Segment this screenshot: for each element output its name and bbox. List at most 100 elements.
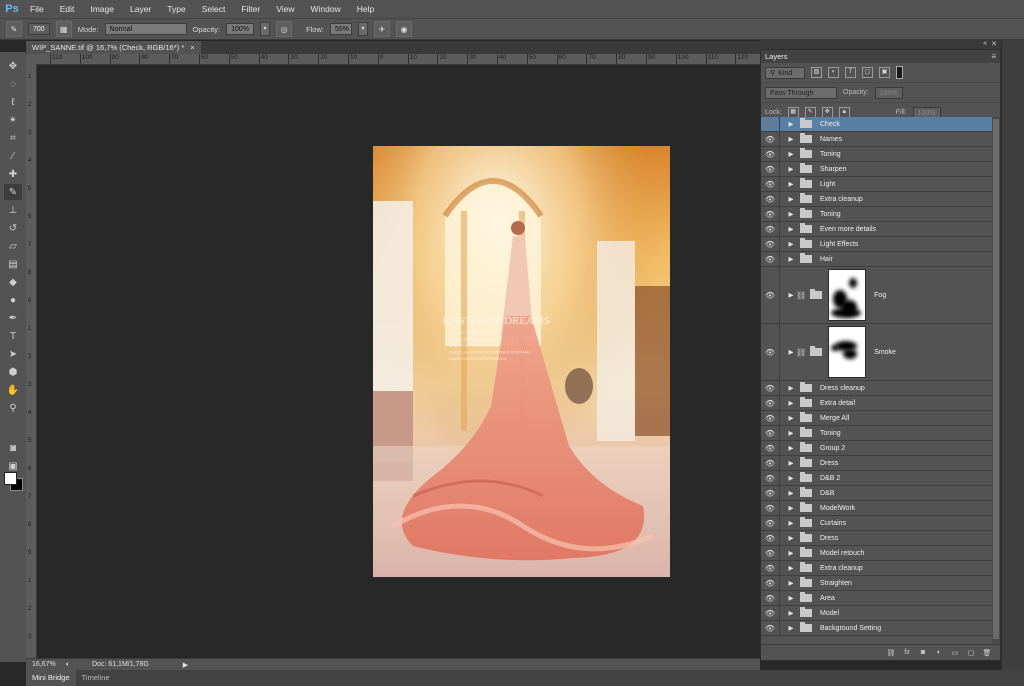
expand-arrow-icon[interactable]: ▶ [786, 594, 796, 602]
new-layer-icon[interactable]: ▢ [966, 649, 976, 657]
expand-arrow-icon[interactable]: ▶ [786, 120, 796, 128]
menu-type[interactable]: Type [159, 0, 193, 18]
expand-arrow-icon[interactable]: ▶ [786, 195, 796, 203]
layer-name[interactable]: Check [820, 121, 840, 128]
expand-arrow-icon[interactable]: ▶ [786, 459, 796, 467]
panel-menu-icon[interactable]: ✕ [991, 40, 997, 48]
layer-name[interactable]: Model retouch [820, 550, 864, 557]
expand-arrow-icon[interactable]: ▶ [786, 624, 796, 632]
close-tab-icon[interactable]: × [190, 43, 194, 52]
expand-arrow-icon[interactable]: ▶ [786, 504, 796, 512]
layer-name[interactable]: Even more details [820, 226, 876, 233]
eraser-tool-icon[interactable]: ▱ [4, 238, 22, 254]
layer-name[interactable]: Toning [820, 211, 841, 218]
layer-name[interactable]: Dress cleanup [820, 385, 865, 392]
blend-mode-select[interactable]: Pass Through [765, 86, 837, 99]
collapse-panels-icon[interactable]: « [983, 40, 987, 47]
visibility-eye-icon[interactable]: 👁︎ [761, 606, 780, 620]
path-selection-tool-icon[interactable]: ➤ [4, 346, 22, 362]
opacity-dropdown-icon[interactable]: ▾ [260, 22, 271, 36]
layer-row[interactable]: 👁︎ ▶ Straighten [761, 576, 992, 591]
visibility-eye-icon[interactable]: 👁︎ [761, 486, 780, 500]
visibility-eye-icon[interactable]: 👁︎ [761, 426, 780, 440]
layer-name[interactable]: Straighten [820, 580, 852, 587]
document-tab[interactable]: WIP_SANNE.tif @ 16,7% (Check, RGB/16*) *… [26, 41, 201, 54]
collapsed-panel-strip[interactable] [1001, 40, 1024, 670]
layer-row[interactable]: 👁︎ ▶ Merge All [761, 411, 992, 426]
menu-layer[interactable]: Layer [122, 0, 159, 18]
expand-arrow-icon[interactable]: ▶ [786, 519, 796, 527]
layer-name[interactable]: Light [820, 181, 835, 188]
expand-arrow-icon[interactable]: ▶ [786, 348, 796, 356]
visibility-eye-icon[interactable]: 👁︎ [761, 147, 780, 161]
layer-name[interactable]: Names [820, 136, 842, 143]
layer-row[interactable]: 👁︎ ▶ Toning [761, 147, 992, 162]
flow-dropdown-icon[interactable]: ▾ [357, 22, 368, 36]
visibility-eye-icon[interactable]: 👁︎ [761, 516, 780, 530]
new-group-icon[interactable]: ▭ [950, 649, 960, 657]
expand-arrow-icon[interactable]: ▶ [786, 534, 796, 542]
tab-mini-bridge[interactable]: Mini Bridge [26, 670, 76, 686]
lasso-tool-icon[interactable]: ℓ [4, 94, 22, 110]
expand-arrow-icon[interactable]: ▶ [786, 135, 796, 143]
expand-arrow-icon[interactable]: ▶ [786, 180, 796, 188]
visibility-eye-icon[interactable] [761, 117, 780, 131]
layer-name[interactable]: Toning [820, 151, 841, 158]
visibility-eye-icon[interactable]: 👁︎ [761, 177, 780, 191]
layer-row[interactable]: 👁︎ ▶ Dress [761, 456, 992, 471]
layer-name[interactable]: Dress [820, 460, 838, 467]
layer-row[interactable]: 👁︎ ▶ Hair [761, 252, 992, 267]
expand-arrow-icon[interactable]: ▶ [786, 549, 796, 557]
layer-row[interactable]: 👁︎ ▶ Model [761, 606, 992, 621]
menu-file[interactable]: File [22, 0, 52, 18]
move-tool-icon[interactable]: ✥ [4, 58, 22, 74]
visibility-eye-icon[interactable]: 👁︎ [761, 576, 780, 590]
mask-link-icon[interactable]: ⛓ [796, 291, 806, 300]
expand-arrow-icon[interactable]: ▶ [786, 429, 796, 437]
filter-type-icon[interactable]: T [845, 67, 856, 78]
layer-name[interactable]: Sharpen [820, 166, 846, 173]
layer-row[interactable]: 👁︎ ▶ D&B 2 [761, 471, 992, 486]
visibility-eye-icon[interactable]: 👁︎ [761, 621, 780, 635]
layer-row[interactable]: 👁︎ ▶ Group 2 [761, 441, 992, 456]
visibility-eye-icon[interactable]: 👁︎ [761, 396, 780, 410]
expand-arrow-icon[interactable]: ▶ [786, 165, 796, 173]
visibility-eye-icon[interactable]: 👁︎ [761, 456, 780, 470]
layer-row[interactable]: 👁︎ ▶ Toning [761, 426, 992, 441]
blur-tool-icon[interactable]: ◆ [4, 274, 22, 290]
expand-arrow-icon[interactable]: ▶ [786, 255, 796, 263]
layers-panel-title[interactable]: Layers [765, 52, 788, 61]
dodge-tool-icon[interactable]: ● [4, 292, 22, 308]
layer-row[interactable]: 👁︎ ▶ Dress [761, 531, 992, 546]
brush-panel-icon[interactable]: ▦ [55, 21, 72, 37]
layer-row[interactable]: 👁︎ ▶ Model retouch [761, 546, 992, 561]
layer-name[interactable]: Light Effects [820, 241, 858, 248]
layer-row[interactable]: 👁︎ ▶ Toning [761, 207, 992, 222]
layer-row[interactable]: 👁︎ ▶ Light [761, 177, 992, 192]
history-brush-tool-icon[interactable]: ↺ [4, 220, 22, 236]
visibility-eye-icon[interactable]: 👁︎ [761, 501, 780, 515]
expand-arrow-icon[interactable]: ▶ [786, 210, 796, 218]
magic-wand-tool-icon[interactable]: ✴ [4, 112, 22, 128]
layer-row[interactable]: 👁︎ ▶ Area [761, 591, 992, 606]
expand-arrow-icon[interactable]: ▶ [786, 384, 796, 392]
crop-tool-icon[interactable]: ⌗ [4, 130, 22, 146]
flow-field[interactable]: 55% [329, 23, 352, 35]
pressure-opacity-icon[interactable]: ◎ [276, 21, 293, 37]
layer-name[interactable]: Extra detail [820, 400, 855, 407]
panel-options-icon[interactable]: ≡ [991, 52, 996, 61]
layer-name[interactable]: Merge All [820, 415, 849, 422]
visibility-eye-icon[interactable]: 👁︎ [761, 222, 780, 236]
brush-size-field[interactable]: 700 [28, 23, 50, 35]
filter-adjustment-icon[interactable]: ◐ [828, 67, 839, 78]
expand-arrow-icon[interactable]: ▶ [786, 414, 796, 422]
quick-mask-icon[interactable]: ◙ [4, 440, 22, 456]
layer-row[interactable]: 👁︎ ▶ Background Setting [761, 621, 992, 636]
expand-arrow-icon[interactable]: ▶ [786, 399, 796, 407]
visibility-eye-icon[interactable]: 👁︎ [761, 267, 780, 323]
opacity-field[interactable]: 100% [226, 23, 255, 35]
layer-row[interactable]: 👁︎ ▶ Extra detail [761, 396, 992, 411]
screen-mode-icon[interactable]: ▣ [4, 458, 22, 474]
menu-image[interactable]: Image [82, 0, 122, 18]
layer-name[interactable]: Toning [820, 430, 841, 437]
